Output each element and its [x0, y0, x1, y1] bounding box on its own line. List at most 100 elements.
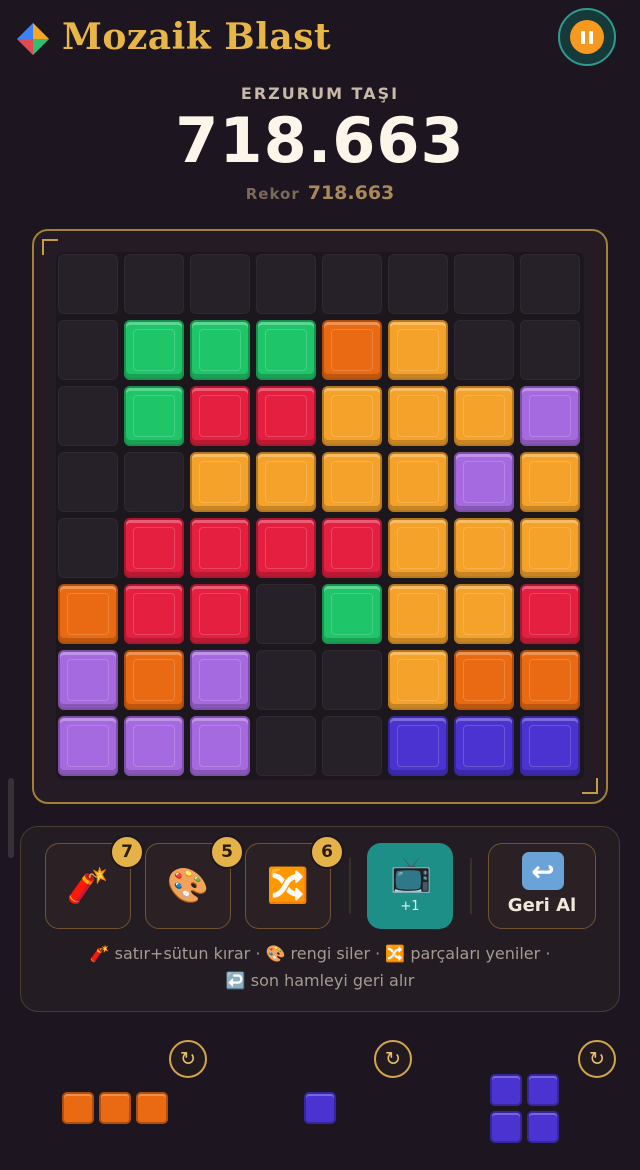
- filled-cell[interactable]: [190, 452, 250, 512]
- dynamite-count-badge: 7: [110, 835, 144, 869]
- divider: [470, 858, 472, 914]
- empty-cell[interactable]: [58, 452, 118, 512]
- tv-icon: 📺: [390, 855, 433, 895]
- game-board[interactable]: [56, 252, 584, 780]
- filled-cell[interactable]: [124, 650, 184, 710]
- empty-cell[interactable]: [58, 386, 118, 446]
- pause-icon: [570, 20, 604, 54]
- piece-block[interactable]: [62, 1092, 94, 1124]
- filled-cell[interactable]: [124, 518, 184, 578]
- record-value: 718.663: [307, 182, 395, 204]
- piece-block[interactable]: [99, 1092, 131, 1124]
- filled-cell[interactable]: [190, 320, 250, 380]
- filled-cell[interactable]: [520, 452, 580, 512]
- empty-cell[interactable]: [322, 716, 382, 776]
- score: 718.663: [175, 104, 465, 177]
- logo-icon: [17, 23, 49, 55]
- filled-cell[interactable]: [388, 650, 448, 710]
- empty-cell[interactable]: [190, 254, 250, 314]
- filled-cell[interactable]: [388, 518, 448, 578]
- filled-cell[interactable]: [454, 650, 514, 710]
- empty-cell[interactable]: [256, 584, 316, 644]
- filled-cell[interactable]: [520, 716, 580, 776]
- empty-cell[interactable]: [58, 254, 118, 314]
- filled-cell[interactable]: [388, 320, 448, 380]
- filled-cell[interactable]: [322, 584, 382, 644]
- filled-cell[interactable]: [58, 584, 118, 644]
- filled-cell[interactable]: [190, 650, 250, 710]
- help-text-line1: 🧨 satır+sütun kırar · 🎨 rengi siler · 🔀 …: [89, 944, 551, 963]
- empty-cell[interactable]: [520, 254, 580, 314]
- filled-cell[interactable]: [520, 518, 580, 578]
- empty-cell[interactable]: [58, 320, 118, 380]
- filled-cell[interactable]: [190, 716, 250, 776]
- empty-cell[interactable]: [58, 518, 118, 578]
- filled-cell[interactable]: [322, 386, 382, 446]
- empty-cell[interactable]: [454, 254, 514, 314]
- piece-block[interactable]: [527, 1111, 559, 1143]
- rotate-piece-2-button[interactable]: ↻: [374, 1040, 412, 1078]
- shuffle-count-badge: 6: [310, 835, 344, 869]
- filled-cell[interactable]: [124, 584, 184, 644]
- piece-block[interactable]: [490, 1074, 522, 1106]
- filled-cell[interactable]: [454, 386, 514, 446]
- piece-block[interactable]: [527, 1074, 559, 1106]
- filled-cell[interactable]: [454, 452, 514, 512]
- filled-cell[interactable]: [388, 452, 448, 512]
- filled-cell[interactable]: [124, 716, 184, 776]
- rotate-piece-3-button[interactable]: ↻: [578, 1040, 616, 1078]
- filled-cell[interactable]: [388, 716, 448, 776]
- shuffle-icon: 🔀: [266, 866, 310, 906]
- filled-cell[interactable]: [520, 584, 580, 644]
- empty-cell[interactable]: [520, 320, 580, 380]
- empty-cell[interactable]: [454, 320, 514, 380]
- empty-cell[interactable]: [322, 650, 382, 710]
- pause-button[interactable]: [558, 8, 616, 66]
- rotate-piece-1-button[interactable]: ↻: [169, 1040, 207, 1078]
- palette-icon: 🎨: [166, 866, 210, 906]
- edge-handle[interactable]: [8, 778, 14, 858]
- filled-cell[interactable]: [322, 320, 382, 380]
- filled-cell[interactable]: [124, 320, 184, 380]
- piece-block[interactable]: [136, 1092, 168, 1124]
- filled-cell[interactable]: [256, 452, 316, 512]
- piece-block[interactable]: [304, 1092, 336, 1124]
- empty-cell[interactable]: [256, 650, 316, 710]
- empty-cell[interactable]: [124, 254, 184, 314]
- filled-cell[interactable]: [58, 650, 118, 710]
- filled-cell[interactable]: [454, 716, 514, 776]
- filled-cell[interactable]: [454, 518, 514, 578]
- filled-cell[interactable]: [256, 320, 316, 380]
- filled-cell[interactable]: [58, 716, 118, 776]
- empty-cell[interactable]: [322, 254, 382, 314]
- filled-cell[interactable]: [190, 518, 250, 578]
- divider: [349, 858, 351, 914]
- app-title: Mozaik Blast: [62, 16, 332, 58]
- record: Rekor 718.663: [0, 182, 640, 204]
- empty-cell[interactable]: [256, 254, 316, 314]
- empty-cell[interactable]: [124, 452, 184, 512]
- filled-cell[interactable]: [520, 386, 580, 446]
- watch-ad-button[interactable]: 📺 +1: [367, 843, 453, 929]
- filled-cell[interactable]: [124, 386, 184, 446]
- filled-cell[interactable]: [520, 650, 580, 710]
- empty-cell[interactable]: [256, 716, 316, 776]
- help-text-line2: ↩️ son hamleyi geri alır: [225, 971, 415, 990]
- filled-cell[interactable]: [190, 584, 250, 644]
- filled-cell[interactable]: [388, 386, 448, 446]
- undo-button[interactable]: ↩ Geri Al: [488, 843, 596, 929]
- undo-label: Geri Al: [507, 895, 577, 916]
- filled-cell[interactable]: [322, 452, 382, 512]
- filled-cell[interactable]: [454, 584, 514, 644]
- filled-cell[interactable]: [190, 386, 250, 446]
- filled-cell[interactable]: [256, 518, 316, 578]
- frame-corner: [42, 239, 58, 255]
- piece-block[interactable]: [490, 1111, 522, 1143]
- frame-corner: [582, 778, 598, 794]
- palette-count-badge: 5: [210, 835, 244, 869]
- filled-cell[interactable]: [388, 584, 448, 644]
- dynamite-icon: 🧨: [66, 866, 110, 906]
- empty-cell[interactable]: [388, 254, 448, 314]
- filled-cell[interactable]: [256, 386, 316, 446]
- filled-cell[interactable]: [322, 518, 382, 578]
